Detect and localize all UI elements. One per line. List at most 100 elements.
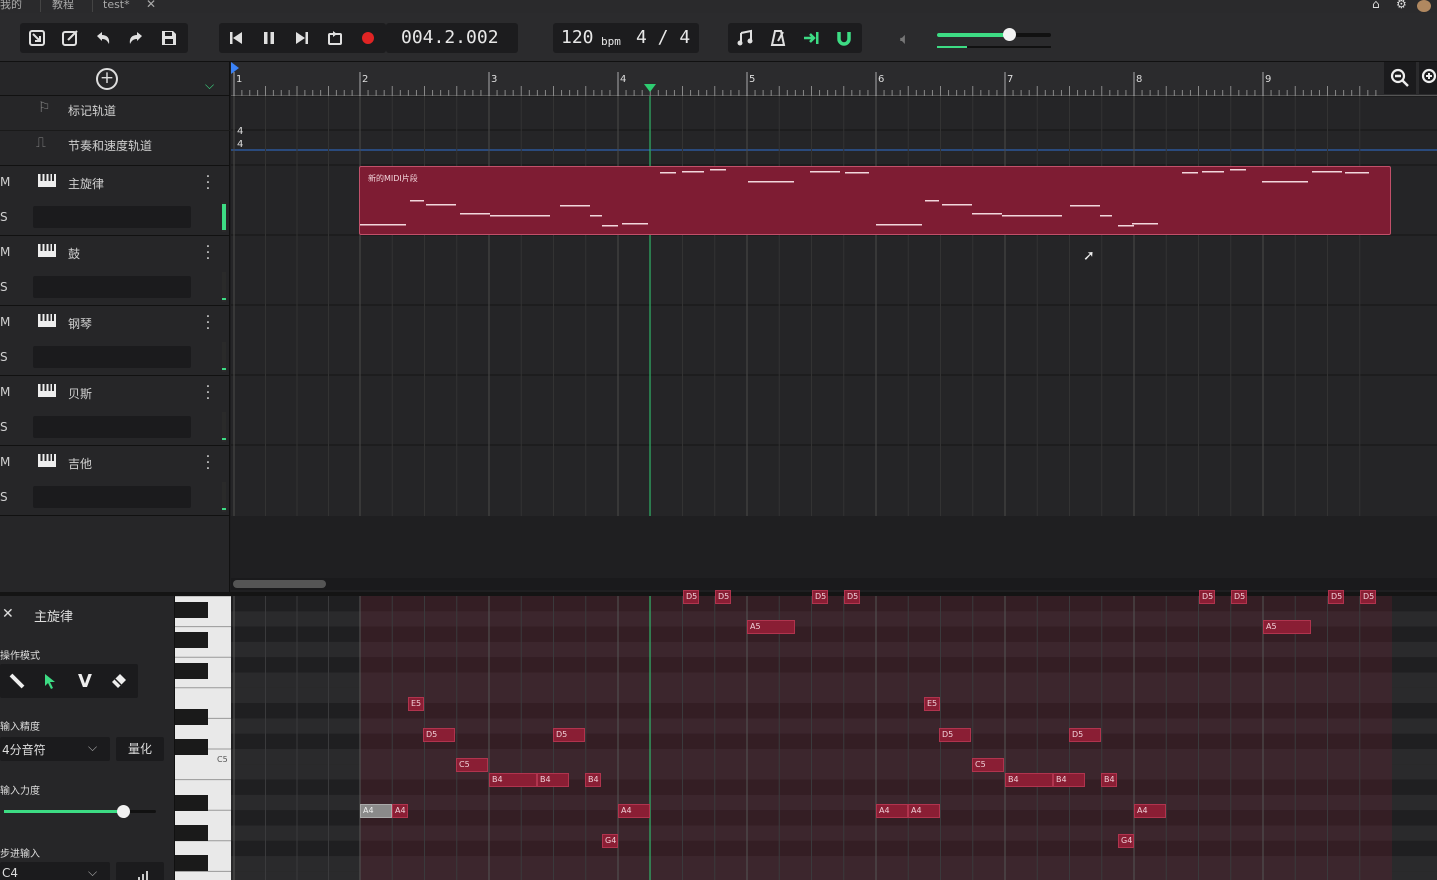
midi-note[interactable]: A4 — [908, 804, 940, 818]
mute-button[interactable]: M — [0, 245, 10, 259]
midi-note[interactable]: B4 — [585, 773, 601, 787]
solo-button[interactable]: S — [0, 350, 8, 364]
midi-note[interactable]: B4 — [489, 773, 537, 787]
track-name[interactable]: 鼓 — [68, 245, 80, 262]
mute-button[interactable]: M — [0, 455, 10, 469]
midi-note[interactable]: B4 — [1005, 773, 1053, 787]
precision-select[interactable]: 4分音符 ⌵ — [0, 737, 110, 761]
tab-close-icon[interactable]: ✕ — [146, 0, 156, 10]
position-display[interactable]: 004.2.002 — [401, 23, 499, 53]
export-icon[interactable] — [55, 23, 85, 53]
track-name[interactable]: 贝斯 — [68, 385, 92, 402]
track-row[interactable]: M 主旋律 · · · S — [0, 166, 230, 236]
midi-note[interactable]: A5 — [747, 620, 795, 634]
time-signature[interactable]: 4 / 4 — [636, 23, 690, 53]
track-name[interactable]: 吉他 — [68, 455, 92, 472]
pencil-icon[interactable] — [2, 666, 32, 696]
velocity-slider[interactable] — [4, 805, 156, 818]
midi-note[interactable]: D5 — [939, 728, 971, 742]
undo-icon[interactable] — [88, 23, 118, 53]
tempo-value[interactable]: 120 — [561, 23, 594, 53]
midi-note[interactable]: A4 — [876, 804, 908, 818]
track-row[interactable]: M 钢琴 · · · S — [0, 306, 230, 376]
midi-note[interactable]: D5 — [844, 590, 860, 604]
midi-note[interactable]: D5 — [1069, 728, 1101, 742]
follow-playhead-icon[interactable] — [796, 23, 826, 53]
horizontal-scrollbar[interactable] — [231, 578, 1437, 590]
loop-icon[interactable] — [320, 23, 350, 53]
velocity-knob[interactable] — [116, 805, 130, 818]
track-name[interactable]: 主旋律 — [68, 175, 104, 192]
midi-note[interactable]: A4 — [360, 804, 392, 818]
midi-note[interactable]: B4 — [537, 773, 569, 787]
speaker-icon[interactable]: 🔈︎ — [900, 29, 910, 49]
metronome-icon[interactable] — [763, 23, 793, 53]
marker-track-row[interactable]: ⚐ 标记轨道 — [0, 96, 230, 131]
record-icon[interactable] — [353, 23, 383, 53]
snap-magnet-icon[interactable] — [829, 23, 859, 53]
music-notes-icon[interactable] — [730, 23, 760, 53]
midi-note[interactable]: B4 — [1101, 773, 1117, 787]
tab-mine[interactable]: 我的 — [0, 0, 22, 10]
volume-knob[interactable] — [1002, 28, 1016, 41]
step-input-select[interactable]: C4 ⌵ — [0, 862, 110, 880]
midi-note[interactable]: D5 — [553, 728, 585, 742]
mute-button[interactable]: M — [0, 315, 10, 329]
zoom-out-icon[interactable] — [1384, 62, 1416, 94]
midi-note[interactable]: G4 — [602, 834, 618, 848]
redo-icon[interactable] — [121, 23, 151, 53]
track-name[interactable]: 钢琴 — [68, 315, 92, 332]
midi-note[interactable]: A4 — [392, 804, 408, 818]
midi-note[interactable]: A4 — [1134, 804, 1166, 818]
home-icon[interactable]: ⌂ — [1372, 0, 1380, 10]
midi-note[interactable]: C5 — [456, 758, 488, 772]
piano-roll-grid[interactable]: D5 D5 D5 D5 A5 E5 D5 D5 C5 B4 B4 B4 A4 A4 A4 G4 D5 D5 D5 D5… — [231, 590, 1437, 880]
track-automation-box[interactable] — [33, 206, 191, 228]
piano-keyboard[interactable]: C5 — [175, 596, 231, 880]
track-menu-icon[interactable]: · · · — [204, 450, 212, 476]
solo-button[interactable]: S — [0, 280, 8, 294]
midi-note[interactable]: D5 — [715, 590, 731, 604]
midi-note[interactable]: D5 — [1360, 590, 1376, 604]
solo-button[interactable]: S — [0, 210, 8, 224]
midi-note[interactable]: D5 — [1328, 590, 1344, 604]
solo-button[interactable]: S — [0, 490, 8, 504]
solo-button[interactable]: S — [0, 420, 8, 434]
track-row[interactable]: M 贝斯 · · · S — [0, 376, 230, 446]
quantize-button[interactable]: 量化 — [116, 737, 164, 761]
tab-test[interactable]: test* — [103, 0, 130, 10]
pause-icon[interactable] — [254, 23, 284, 53]
track-menu-icon[interactable]: · · · — [204, 240, 212, 266]
import-icon[interactable] — [22, 23, 52, 53]
track-menu-icon[interactable]: · · · — [204, 170, 212, 196]
step-input-bars-icon[interactable] — [116, 862, 164, 880]
velocity-tool-icon[interactable]: V — [70, 666, 100, 696]
timeline-ruler[interactable]: 1 2 3 4 5 6 7 8 9 — [231, 62, 1437, 96]
tab-tutorial[interactable]: 教程 — [52, 0, 74, 10]
midi-clip[interactable]: 新的MIDI片段 — [359, 166, 1391, 235]
midi-note[interactable]: D5 — [812, 590, 828, 604]
skip-back-icon[interactable] — [221, 23, 251, 53]
arrangement-view[interactable]: 4 4 新的MIDI片段 ➚ — [231, 96, 1437, 516]
gear-icon[interactable]: ⚙ — [1396, 0, 1407, 10]
midi-note[interactable]: E5 — [924, 697, 940, 711]
midi-note[interactable]: G4 — [1118, 834, 1134, 848]
eraser-icon[interactable] — [104, 666, 134, 696]
midi-note[interactable]: E5 — [408, 697, 424, 711]
save-icon[interactable] — [154, 23, 184, 53]
midi-note[interactable]: A4 — [618, 804, 650, 818]
chevron-down-icon[interactable]: ⌵ — [205, 78, 214, 93]
midi-note[interactable]: A5 — [1263, 620, 1311, 634]
midi-note[interactable]: B4 — [1053, 773, 1085, 787]
midi-note[interactable]: D5 — [423, 728, 455, 742]
add-track-icon[interactable]: + — [96, 68, 118, 90]
track-automation-box[interactable] — [33, 276, 191, 298]
midi-note[interactable]: D5 — [1199, 590, 1215, 604]
scrollbar-thumb[interactable] — [233, 580, 326, 588]
track-row[interactable]: M 鼓 · · · S — [0, 236, 230, 306]
skip-forward-icon[interactable] — [287, 23, 317, 53]
zoom-in-icon[interactable] — [1419, 62, 1437, 94]
track-automation-box[interactable] — [33, 416, 191, 438]
midi-note[interactable]: D5 — [683, 590, 699, 604]
midi-note[interactable]: C5 — [972, 758, 1004, 772]
